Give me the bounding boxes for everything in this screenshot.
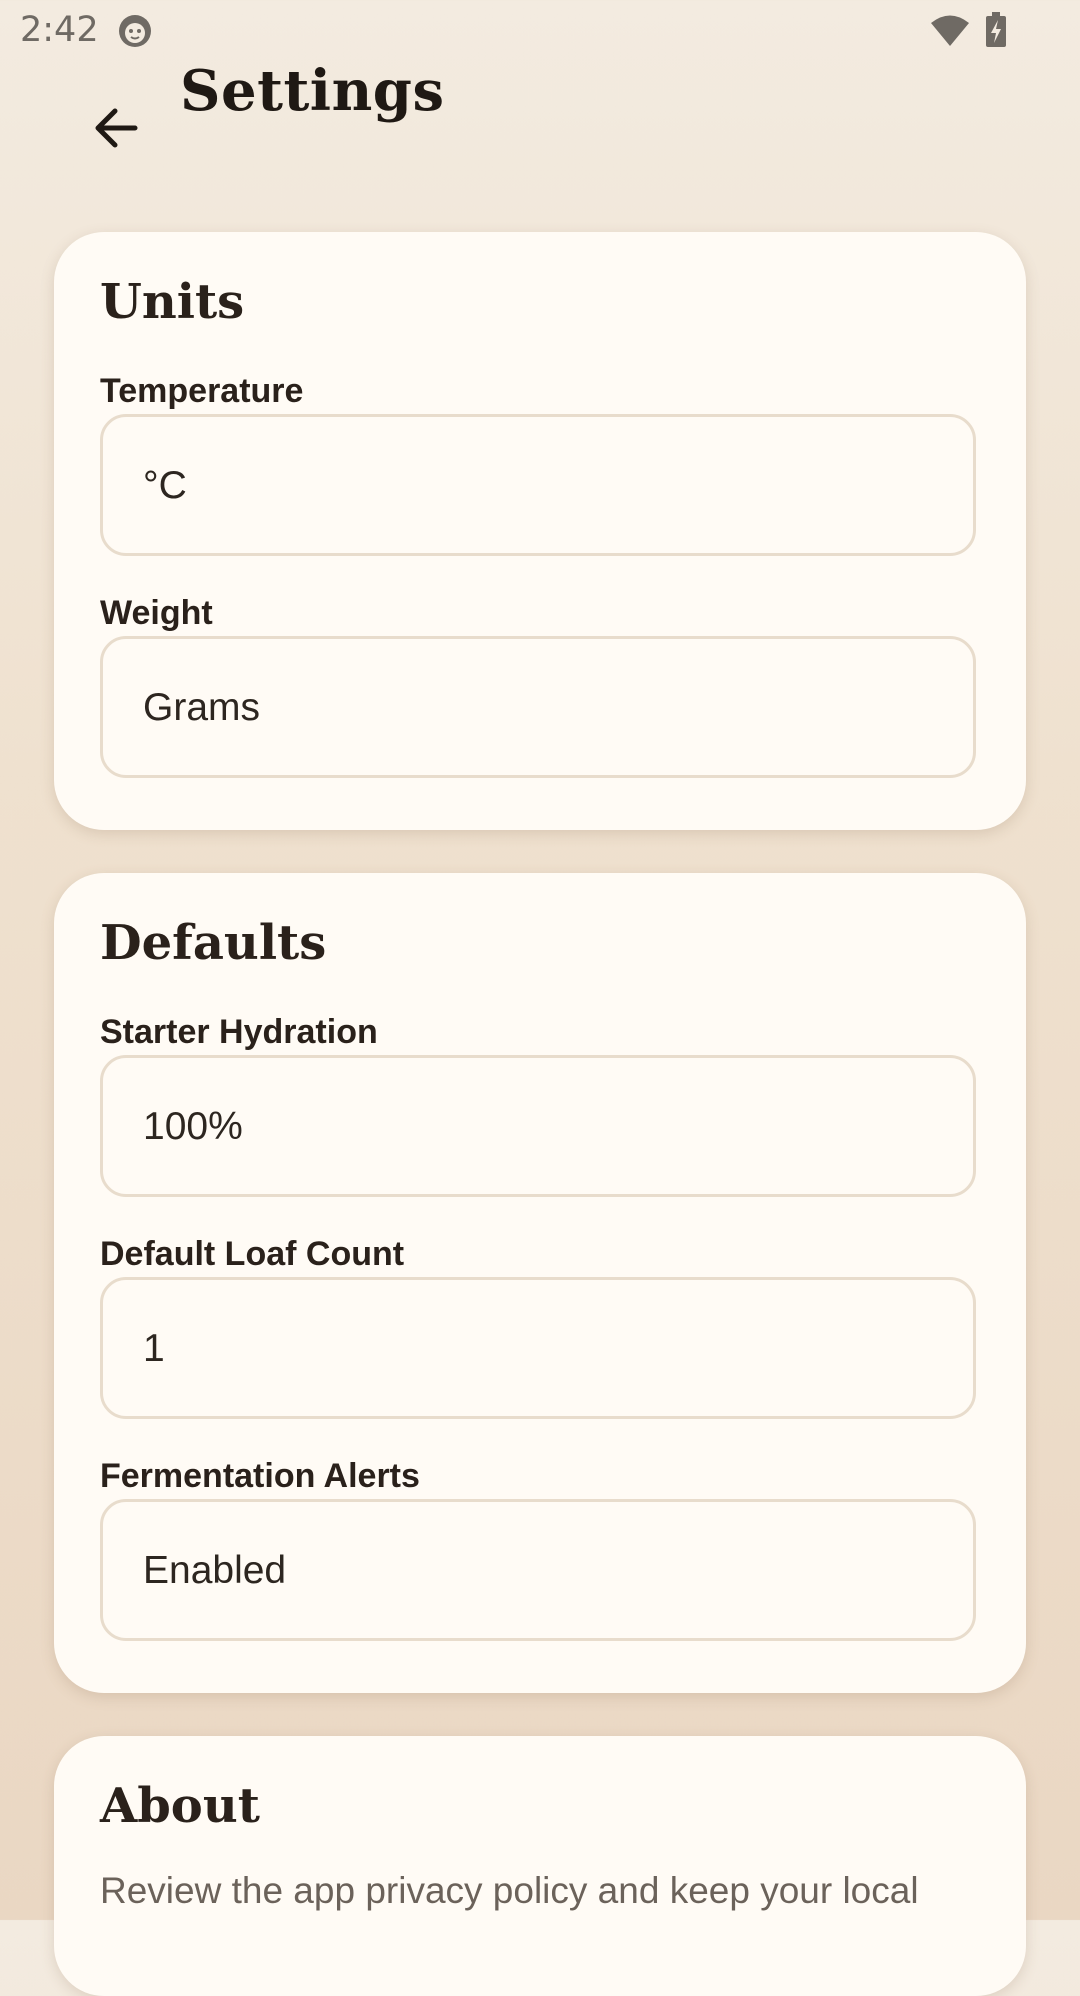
fermentation-alerts-label: Fermentation Alerts	[100, 1457, 420, 1495]
weight-value: Grams	[143, 686, 260, 729]
status-bar: 2:42	[0, 0, 1080, 64]
starter-hydration-label: Starter Hydration	[100, 1013, 378, 1051]
starter-hydration-value: 100%	[143, 1105, 243, 1148]
about-section-title: About	[100, 1778, 260, 1834]
default-loaf-count-label: Default Loaf Count	[100, 1235, 405, 1273]
temperature-value: °C	[143, 464, 187, 507]
default-loaf-count-value: 1	[143, 1327, 165, 1370]
status-time: 2:42	[20, 10, 99, 50]
app-notification-icon	[119, 15, 151, 47]
battery-charging-icon	[986, 12, 1006, 47]
temperature-label: Temperature	[100, 372, 304, 410]
units-card: Units Temperature °C Weight Grams	[54, 232, 1026, 830]
wifi-icon	[931, 15, 969, 46]
starter-hydration-field[interactable]: 100%	[100, 1055, 976, 1197]
arrow-left-icon	[95, 108, 138, 148]
fermentation-alerts-field[interactable]: Enabled	[100, 1499, 976, 1641]
default-loaf-count-field[interactable]: 1	[100, 1277, 976, 1419]
about-card: About Review the app privacy policy and …	[54, 1736, 1026, 1996]
defaults-card: Defaults Starter Hydration 100% Default …	[54, 873, 1026, 1693]
defaults-section-title: Defaults	[100, 915, 327, 971]
page-title: Settings	[180, 58, 445, 124]
back-button[interactable]	[84, 96, 148, 160]
about-description: Review the app privacy policy and keep y…	[100, 1870, 919, 1911]
weight-field[interactable]: Grams	[100, 636, 976, 778]
fermentation-alerts-value: Enabled	[143, 1549, 287, 1592]
units-section-title: Units	[100, 274, 245, 330]
temperature-field[interactable]: °C	[100, 414, 976, 556]
weight-label: Weight	[100, 594, 213, 632]
